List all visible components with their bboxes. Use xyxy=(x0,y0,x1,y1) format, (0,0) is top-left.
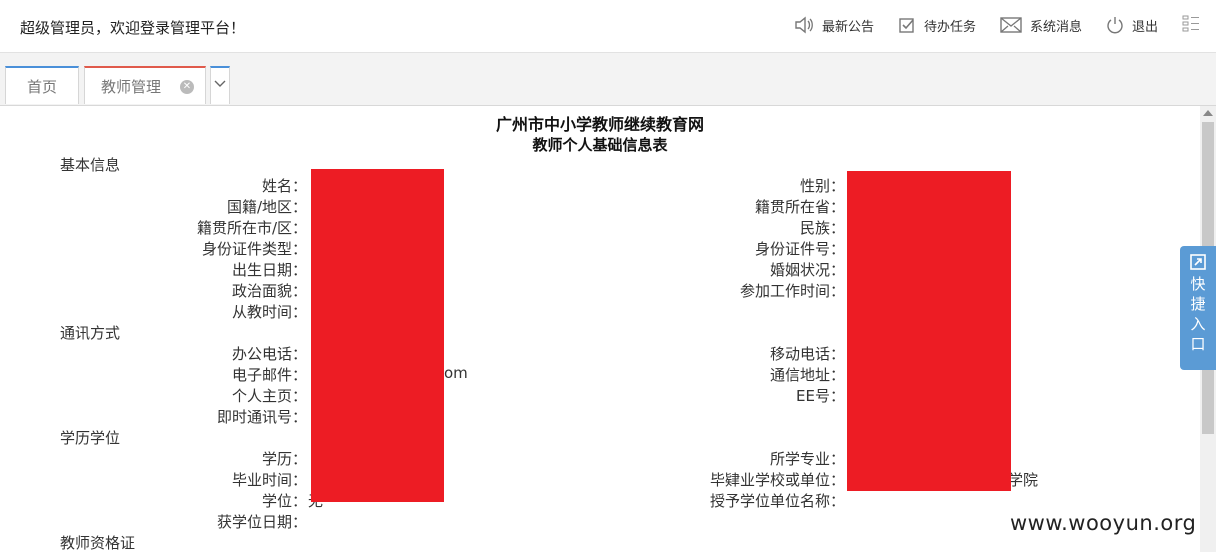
scroll-up-arrow-icon[interactable] xyxy=(1203,110,1213,116)
field-label: 政治面貌： xyxy=(231,282,307,300)
watermark: www.wooyun.org xyxy=(1010,511,1197,535)
todo-link[interactable]: 待办任务 xyxy=(898,16,976,35)
content-area: 广州市中小学教师继续教育网 教师个人基础信息表 基本信息 姓名： 国籍/地区： … xyxy=(0,106,1200,552)
speaker-icon xyxy=(795,16,813,34)
page-subtitle: 教师个人基础信息表 xyxy=(532,136,668,154)
tab-home-label: 首页 xyxy=(26,78,57,96)
tab-teacher-management[interactable]: 教师管理 ✕ xyxy=(84,66,206,104)
field-label: 身份证件类型： xyxy=(201,240,307,258)
field-label: 身份证件号： xyxy=(754,240,845,258)
tab-home[interactable]: 首页 xyxy=(5,66,79,104)
tab-dropdown[interactable] xyxy=(210,66,230,104)
logout-label: 退出 xyxy=(1131,19,1158,35)
field-label: 毕肄业学校或单位： xyxy=(709,471,845,489)
field-label: 籍贯所在市/区： xyxy=(196,219,307,237)
school-value-tail: 学院 xyxy=(1008,471,1039,489)
logout-link[interactable]: 退出 xyxy=(1106,16,1158,35)
field-label: 即时通讯号： xyxy=(216,408,307,426)
top-header: 超级管理员，欢迎登录管理平台！ 最新公告 待办任务 系统消息 退出 xyxy=(0,0,1216,53)
envelope-icon xyxy=(1000,17,1022,33)
field-label: 出生日期： xyxy=(231,261,307,279)
quick-entry-char: 捷 xyxy=(1190,295,1206,313)
field-label: 国籍/地区： xyxy=(226,198,307,216)
field-label: 毕业时间： xyxy=(231,471,307,489)
field-label: 学历： xyxy=(261,450,307,468)
section-contact: 通讯方式 xyxy=(60,324,121,342)
field-label: 电子邮件： xyxy=(231,366,307,384)
messages-link[interactable]: 系统消息 xyxy=(1000,16,1082,35)
field-label: 个人主页： xyxy=(231,387,307,405)
field-label: 所学专业： xyxy=(769,450,845,468)
redaction-block xyxy=(847,171,1011,491)
page-title: 广州市中小学教师继续教育网 xyxy=(495,115,704,134)
quick-entry-button[interactable]: 快 捷 入 口 xyxy=(1180,246,1216,370)
quick-entry-char: 快 xyxy=(1190,275,1206,293)
messages-label: 系统消息 xyxy=(1029,19,1082,35)
section-education: 学历学位 xyxy=(60,429,121,447)
field-label: 民族： xyxy=(799,219,845,237)
field-label: 办公电话： xyxy=(231,345,307,363)
field-label: 姓名： xyxy=(261,177,307,195)
quick-entry-char: 口 xyxy=(1190,335,1206,353)
shortcut-icon xyxy=(1190,254,1206,270)
field-label: 婚姻状况： xyxy=(769,261,845,279)
announcement-label: 最新公告 xyxy=(821,19,874,35)
welcome-text: 超级管理员，欢迎登录管理平台！ xyxy=(20,19,246,37)
field-label: 性别： xyxy=(799,177,845,195)
field-label: 移动电话： xyxy=(769,345,845,363)
field-label: EE号： xyxy=(796,387,845,405)
section-basic: 基本信息 xyxy=(60,156,121,174)
field-label: 通信地址： xyxy=(769,366,845,384)
tab-strip: 首页 教师管理 ✕ xyxy=(0,53,1216,106)
field-label: 获学位日期： xyxy=(216,513,307,531)
section-certificate: 教师资格证 xyxy=(60,534,136,552)
menu-grid-icon[interactable] xyxy=(1182,14,1200,36)
tab-teacher-label: 教师管理 xyxy=(101,78,162,96)
todo-label: 待办任务 xyxy=(923,19,976,35)
field-label: 学位： xyxy=(261,492,307,510)
email-value-tail: om xyxy=(444,364,468,382)
field-label: 参加工作时间： xyxy=(739,282,845,300)
chevron-down-icon xyxy=(214,80,226,87)
power-icon xyxy=(1107,17,1123,34)
field-label: 授予学位单位名称： xyxy=(709,492,845,510)
quick-entry-char: 入 xyxy=(1190,315,1206,333)
redaction-block xyxy=(311,169,444,502)
field-label: 籍贯所在省： xyxy=(754,198,845,216)
close-tab-icon[interactable]: ✕ xyxy=(180,80,194,94)
field-label: 从教时间： xyxy=(231,303,307,321)
announcement-link[interactable]: 最新公告 xyxy=(794,16,874,35)
top-nav: 最新公告 待办任务 系统消息 退出 xyxy=(770,14,1200,36)
checkbox-icon xyxy=(899,18,914,33)
